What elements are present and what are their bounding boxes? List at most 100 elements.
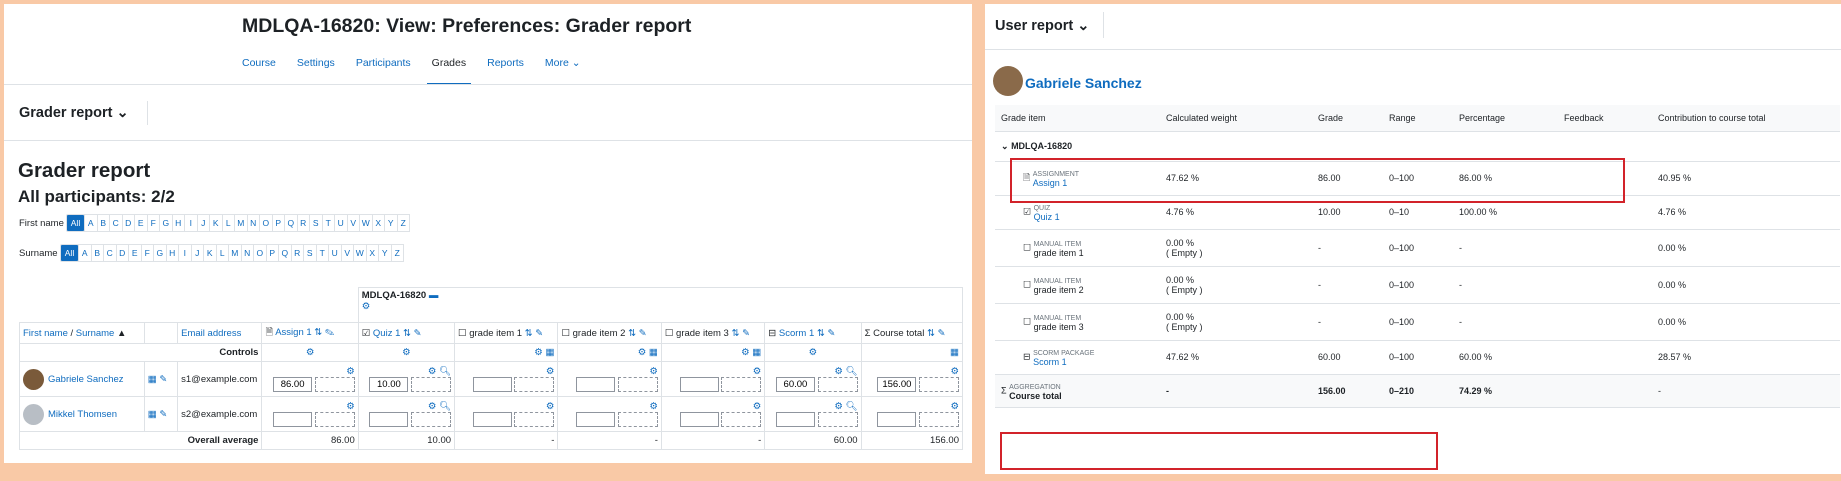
firstname-letter[interactable]: U [334, 214, 348, 232]
grade-input[interactable] [273, 412, 313, 427]
nav-participants[interactable]: Participants [356, 57, 411, 85]
grade-input[interactable] [576, 412, 616, 427]
gear-icon[interactable]: ⚙ [809, 347, 818, 358]
surname-letter[interactable]: P [265, 244, 279, 262]
firstname-letter[interactable]: S [309, 214, 323, 232]
feedback-input[interactable] [617, 412, 658, 427]
gear-icon[interactable]: ⚙ [649, 401, 658, 412]
grade-input[interactable] [472, 412, 512, 427]
gear-icon[interactable]: ⚙ [428, 401, 437, 412]
sort-icon[interactable]: ⇅ [817, 328, 825, 339]
gear-icon[interactable]: ⚙ [649, 366, 658, 377]
report-selector[interactable]: Grader report ⌄ [19, 105, 129, 121]
zoom-icon[interactable]: 🔍︎ [439, 401, 451, 412]
gear-icon[interactable]: ⚙ [346, 401, 355, 412]
firstname-letter[interactable]: F [146, 214, 160, 232]
firstname-letter[interactable]: P [271, 214, 285, 232]
firstname-letter[interactable]: C [109, 214, 123, 232]
gear-icon[interactable]: ⚙ [753, 366, 762, 377]
surname-letter[interactable]: E [128, 244, 142, 262]
grade-input[interactable] [576, 377, 616, 392]
feedback-input[interactable] [817, 377, 858, 392]
firstname-letter[interactable]: T [321, 214, 335, 232]
surname-letter[interactable]: W [353, 244, 367, 262]
edit-icon[interactable]: ✎ [159, 409, 167, 420]
chevron-down-icon[interactable]: ⌄ [1001, 141, 1009, 151]
zoom-icon[interactable]: 🔍︎ [846, 366, 858, 377]
surname-letter[interactable]: B [90, 244, 104, 262]
grade-input[interactable] [472, 377, 512, 392]
firstname-letter[interactable]: E [134, 214, 148, 232]
surname-letter[interactable]: T [315, 244, 329, 262]
surname-letter[interactable]: O [253, 244, 267, 262]
sort-icon[interactable]: ⇅ [403, 328, 411, 339]
nav-more[interactable]: More ⌄ [545, 57, 581, 85]
edit-icon[interactable]: ✎ [639, 328, 647, 339]
calculator-icon[interactable]: ▦ [545, 347, 554, 358]
firstname-letter[interactable]: K [209, 214, 223, 232]
feedback-input[interactable] [314, 377, 355, 392]
collapse-icon[interactable]: ▬ [429, 290, 439, 301]
sort-icon[interactable]: ⇅ [731, 328, 739, 339]
item-assign1[interactable]: Assign 1 [275, 327, 311, 338]
surname-letter[interactable]: Q [278, 244, 292, 262]
firstname-letter[interactable]: I [184, 214, 198, 232]
grade-input[interactable] [877, 377, 917, 392]
item-link[interactable]: Scorm 1 [1033, 357, 1067, 367]
firstname-letter[interactable]: V [346, 214, 360, 232]
grade-input[interactable] [775, 412, 815, 427]
grade-input[interactable] [273, 377, 313, 392]
firstname-letter[interactable]: Z [396, 214, 410, 232]
firstname-letter[interactable]: G [159, 214, 173, 232]
surname-letter[interactable]: C [103, 244, 117, 262]
gear-icon[interactable]: ⚙ [402, 347, 411, 358]
grade-input[interactable] [679, 377, 719, 392]
grade-input[interactable] [877, 412, 917, 427]
table-icon[interactable]: ▦ [148, 409, 157, 420]
user-name[interactable]: Gabriele Sanchez [48, 374, 124, 385]
gear-icon[interactable]: ⚙ [950, 401, 959, 412]
edit-icon[interactable]: ✎ [742, 328, 750, 339]
table-icon[interactable]: ▦ [148, 374, 157, 385]
grade-input[interactable] [679, 412, 719, 427]
zoom-icon[interactable]: 🔍︎ [439, 366, 451, 377]
gear-icon[interactable]: ⚙ [638, 347, 647, 358]
gear-icon[interactable]: ⚙ [950, 366, 959, 377]
feedback-input[interactable] [721, 412, 762, 427]
gear-icon[interactable]: ⚙ [546, 401, 555, 412]
gear-icon[interactable]: ⚙ [534, 347, 543, 358]
surname-letter[interactable]: R [290, 244, 304, 262]
gear-icon[interactable]: ⚙ [546, 366, 555, 377]
gear-icon[interactable]: ⚙ [741, 347, 750, 358]
feedback-input[interactable] [514, 412, 555, 427]
grade-input[interactable] [369, 412, 409, 427]
item-scorm1[interactable]: Scorm 1 [779, 328, 814, 339]
surname-letter[interactable]: V [340, 244, 354, 262]
gear-icon[interactable]: ⚙ [428, 366, 437, 377]
gear-icon[interactable]: ⚙ [753, 401, 762, 412]
surname-letter[interactable]: All [60, 244, 79, 262]
email-sort[interactable]: Email address [181, 328, 241, 339]
gear-icon[interactable]: ⚙ [306, 347, 315, 358]
surname-letter[interactable]: F [140, 244, 154, 262]
gear-icon[interactable]: ⚙ [362, 301, 371, 312]
nav-course[interactable]: Course [242, 57, 276, 85]
gear-icon[interactable]: ⚙ [834, 401, 843, 412]
firstname-letter[interactable]: W [359, 214, 373, 232]
report-selector[interactable]: User report ⌄ [995, 18, 1089, 34]
sort-icon[interactable]: ⇅ [927, 328, 935, 339]
grade-input[interactable] [369, 377, 409, 392]
edit-icon[interactable]: ✎ [828, 328, 836, 339]
surname-letter[interactable]: M [228, 244, 242, 262]
edit-icon[interactable]: ✎ [325, 327, 335, 338]
calculator-icon[interactable]: ▦ [950, 347, 959, 358]
firstname-letter[interactable]: Q [284, 214, 298, 232]
feedback-input[interactable] [919, 412, 959, 427]
firstname-letter[interactable]: J [196, 214, 210, 232]
nav-grades[interactable]: Grades [426, 57, 472, 85]
firstname-letter[interactable]: X [371, 214, 385, 232]
edit-icon[interactable]: ✎ [414, 328, 422, 339]
surname-letter[interactable]: L [215, 244, 229, 262]
surname-letter[interactable]: S [303, 244, 317, 262]
firstname-letter[interactable]: M [234, 214, 248, 232]
